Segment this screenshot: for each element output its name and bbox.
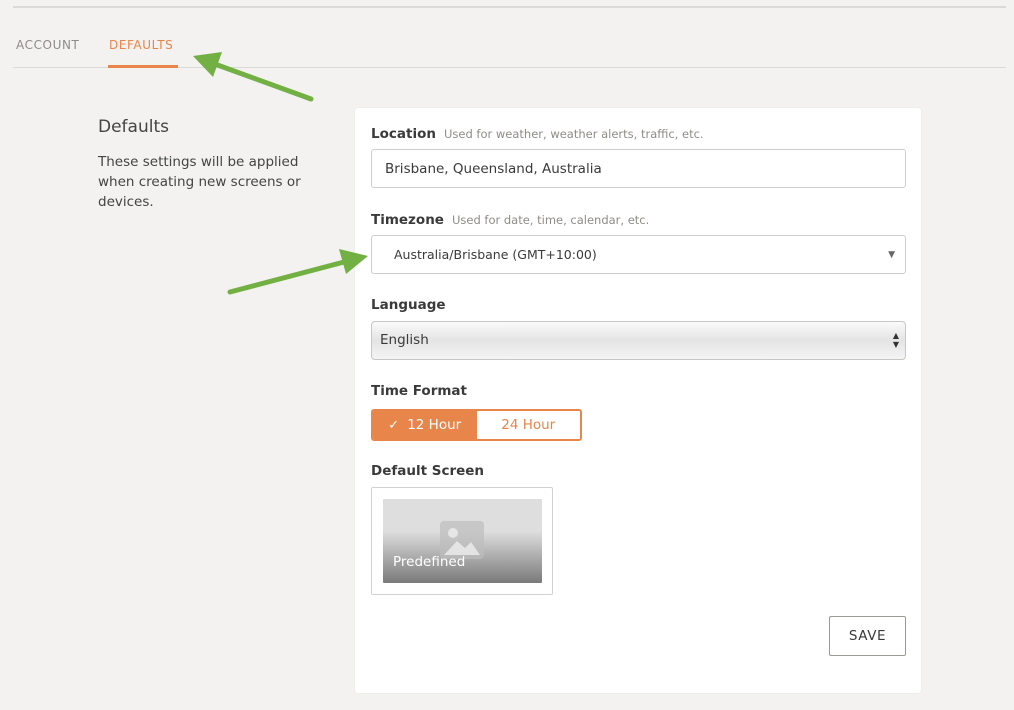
defaults-card: Location Used for weather, weather alerts… — [355, 108, 921, 693]
language-select[interactable]: English ▲ ▼ — [371, 321, 906, 360]
location-hint: Used for weather, weather alerts, traffi… — [443, 127, 704, 141]
timezone-hint: Used for date, time, calendar, etc. — [451, 213, 650, 227]
caret-down-icon: ▼ — [888, 250, 895, 260]
checkmark-icon: ✓ — [388, 417, 400, 433]
time-format-24-label: 24 Hour — [501, 417, 556, 433]
default-screen-tile[interactable]: Predefined — [371, 487, 553, 595]
annotation-arrow-timezone — [227, 249, 368, 295]
default-screen-label: Default Screen — [371, 463, 485, 479]
time-format-12-label: 12 Hour — [407, 417, 462, 433]
location-label-text: Location — [371, 126, 436, 142]
timezone-label: Timezone Used for date, time, calendar, e… — [371, 212, 649, 228]
time-format-toggle: ✓ 12 Hour 24 Hour — [371, 409, 582, 441]
section-description: These settings will be applied when crea… — [98, 154, 301, 210]
screen-name: Predefined — [393, 554, 466, 570]
top-divider — [13, 6, 1006, 8]
time-format-12-hour[interactable]: ✓ 12 Hour — [373, 411, 477, 439]
updown-arrows-icon: ▲ ▼ — [892, 331, 899, 349]
timezone-select[interactable]: Australia/Brisbane (GMT+10:00) ▼ — [371, 235, 906, 274]
language-label: Language — [371, 297, 446, 313]
location-input[interactable] — [371, 149, 906, 188]
location-label: Location Used for weather, weather alerts… — [371, 126, 704, 142]
time-format-label: Time Format — [371, 383, 467, 399]
language-value: English — [380, 332, 429, 348]
timezone-value: Australia/Brisbane (GMT+10:00) — [394, 247, 597, 262]
timezone-label-text: Timezone — [371, 212, 444, 228]
save-button[interactable]: SAVE — [829, 616, 906, 656]
screen-thumbnail: Predefined — [383, 499, 542, 583]
time-format-24-hour[interactable]: 24 Hour — [476, 411, 580, 439]
section-title: Defaults — [98, 117, 169, 137]
tab-bar: ACCOUNT DEFAULTS — [13, 28, 1006, 68]
tab-defaults[interactable]: DEFAULTS — [109, 38, 173, 52]
tab-account[interactable]: ACCOUNT — [16, 38, 80, 52]
active-tab-indicator — [108, 65, 178, 68]
